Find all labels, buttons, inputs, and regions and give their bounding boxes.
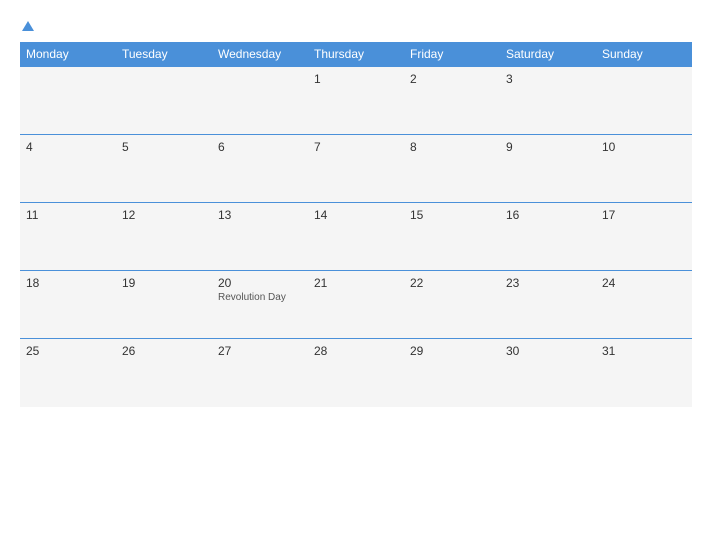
calendar-cell: [212, 67, 308, 135]
day-of-week-header: Monday: [20, 42, 116, 67]
day-number: 2: [410, 72, 494, 86]
calendar-cell: 24: [596, 271, 692, 339]
calendar-cell: 26: [116, 339, 212, 407]
day-number: 12: [122, 208, 206, 222]
calendar-cell: 9: [500, 135, 596, 203]
calendar-header: [20, 18, 692, 32]
day-number: 11: [26, 208, 110, 222]
calendar-cell: 31: [596, 339, 692, 407]
day-number: 13: [218, 208, 302, 222]
calendar-week-row: 123: [20, 67, 692, 135]
holiday-name: Revolution Day: [218, 292, 302, 303]
calendar-cell: 15: [404, 203, 500, 271]
calendar-cell: 25: [20, 339, 116, 407]
calendar-cell: 11: [20, 203, 116, 271]
calendar-cell: 27: [212, 339, 308, 407]
calendar-cell: 1: [308, 67, 404, 135]
calendar-cell: 14: [308, 203, 404, 271]
day-of-week-header: Thursday: [308, 42, 404, 67]
day-number: 27: [218, 344, 302, 358]
day-number: 8: [410, 140, 494, 154]
day-of-week-header: Wednesday: [212, 42, 308, 67]
day-of-week-header: Saturday: [500, 42, 596, 67]
calendar-cell: 20 Revolution Day: [212, 271, 308, 339]
calendar-cell: 10: [596, 135, 692, 203]
logo: [20, 18, 34, 32]
calendar-cell: 6: [212, 135, 308, 203]
calendar-cell: [596, 67, 692, 135]
calendar-cell: 13: [212, 203, 308, 271]
day-number: 29: [410, 344, 494, 358]
day-number: 18: [26, 276, 110, 290]
calendar-week-row: 18 19 20 Revolution Day 21 22 23 24: [20, 271, 692, 339]
day-of-week-header: Friday: [404, 42, 500, 67]
calendar-cell: 5: [116, 135, 212, 203]
day-of-week-header: Sunday: [596, 42, 692, 67]
calendar-cell: 19: [116, 271, 212, 339]
calendar-cell: 22: [404, 271, 500, 339]
calendar-cell: [116, 67, 212, 135]
day-number: 30: [506, 344, 590, 358]
day-number: 7: [314, 140, 398, 154]
day-number: 5: [122, 140, 206, 154]
calendar-week-row: 11 12 13 14 15 16 17: [20, 203, 692, 271]
day-number: 17: [602, 208, 686, 222]
calendar-cell: 30: [500, 339, 596, 407]
day-number: 19: [122, 276, 206, 290]
calendar-cell: 7: [308, 135, 404, 203]
day-number: 31: [602, 344, 686, 358]
day-number: 6: [218, 140, 302, 154]
day-number: 20: [218, 276, 302, 290]
calendar-cell: 17: [596, 203, 692, 271]
logo-triangle-icon: [22, 21, 34, 31]
day-number: 26: [122, 344, 206, 358]
day-number: 14: [314, 208, 398, 222]
day-number: 23: [506, 276, 590, 290]
calendar-week-row: 25 26 27 28 29 30 31: [20, 339, 692, 407]
day-of-week-header: Tuesday: [116, 42, 212, 67]
calendar-cell: 23: [500, 271, 596, 339]
calendar-cell: 4: [20, 135, 116, 203]
calendar-header-row: MondayTuesdayWednesdayThursdayFridaySatu…: [20, 42, 692, 67]
day-number: 22: [410, 276, 494, 290]
calendar-cell: 3: [500, 67, 596, 135]
day-number: 10: [602, 140, 686, 154]
calendar-table: MondayTuesdayWednesdayThursdayFridaySatu…: [20, 42, 692, 407]
calendar-cell: [20, 67, 116, 135]
day-number: 9: [506, 140, 590, 154]
calendar-cell: 8: [404, 135, 500, 203]
calendar-cell: 18: [20, 271, 116, 339]
day-number: 15: [410, 208, 494, 222]
calendar-cell: 29: [404, 339, 500, 407]
day-number: 1: [314, 72, 398, 86]
day-number: 4: [26, 140, 110, 154]
day-number: 25: [26, 344, 110, 358]
calendar-cell: 21: [308, 271, 404, 339]
calendar-week-row: 456789 10: [20, 135, 692, 203]
day-number: 21: [314, 276, 398, 290]
calendar-cell: 16: [500, 203, 596, 271]
calendar-cell: 2: [404, 67, 500, 135]
day-number: 28: [314, 344, 398, 358]
day-number: 16: [506, 208, 590, 222]
calendar-cell: 12: [116, 203, 212, 271]
calendar-cell: 28: [308, 339, 404, 407]
day-number: 3: [506, 72, 590, 86]
day-number: 24: [602, 276, 686, 290]
calendar-page: MondayTuesdayWednesdayThursdayFridaySatu…: [0, 0, 712, 550]
